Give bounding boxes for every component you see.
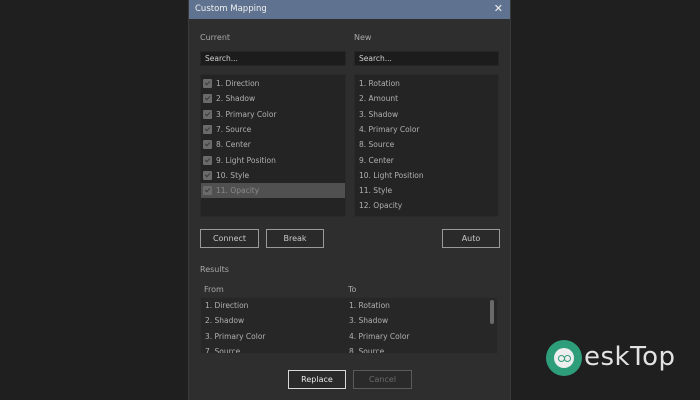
checkbox[interactable] <box>203 186 212 196</box>
results-row[interactable]: 1. Direction 1. Rotation <box>201 298 497 313</box>
new-list-item[interactable]: 10. Light Position <box>355 168 498 183</box>
title-bar: Custom Mapping ✕ <box>189 0 510 19</box>
new-list-item[interactable]: 11. Style <box>355 183 498 198</box>
current-item-label: 7. Source <box>216 124 252 134</box>
current-item-label: 11. Opacity <box>216 186 260 196</box>
dialog-title: Custom Mapping <box>195 4 267 14</box>
connect-button[interactable]: Connect <box>200 229 259 248</box>
new-list-item[interactable]: 8. Source <box>355 137 498 152</box>
results-from-cell: 3. Primary Color <box>205 331 266 341</box>
new-item-label: 3. Shadow <box>359 109 399 119</box>
new-item-label: 9. Center <box>359 155 394 165</box>
current-item-label: 8. Center <box>216 140 251 150</box>
results-to-header: To <box>348 285 357 294</box>
checkbox[interactable] <box>203 170 212 180</box>
results-to-cell: 4. Primary Color <box>349 331 410 341</box>
new-list: 1. Rotation 2. Amount 3. Shadow 4. Primary … <box>354 74 499 217</box>
results-from-header: From <box>204 285 224 294</box>
replace-button[interactable]: Replace <box>288 370 346 389</box>
current-list-item[interactable]: 8. Center <box>201 137 345 152</box>
current-list-item[interactable]: 1. Direction <box>201 76 345 91</box>
new-list-item[interactable]: 2. Amount <box>355 91 498 106</box>
results-from-cell: 7. Source <box>205 346 241 354</box>
results-from-cell: 2. Shadow <box>205 316 245 326</box>
results-row[interactable]: 3. Primary Color 4. Primary Color <box>201 329 497 344</box>
new-list-item[interactable]: 12. Opacity <box>355 198 498 213</box>
new-item-label: 4. Primary Color <box>359 124 420 134</box>
current-list-item[interactable]: 2. Shadow <box>201 91 345 106</box>
new-item-label: 12. Opacity <box>359 201 403 211</box>
current-list: 1. Direction 2. Shadow 3. Primary Color 7. … <box>200 74 346 217</box>
checkbox[interactable] <box>203 124 212 134</box>
new-list-item[interactable]: 4. Primary Color <box>355 122 498 137</box>
new-item-label: 1. Rotation <box>359 79 400 88</box>
new-list-item[interactable]: 9. Center <box>355 153 498 168</box>
checkbox[interactable] <box>203 140 212 150</box>
checkbox[interactable] <box>203 109 212 119</box>
results-scrollbar[interactable] <box>490 300 494 324</box>
current-list-item[interactable]: 10. Style <box>201 168 345 183</box>
results-from-cell: 1. Direction <box>205 301 249 310</box>
current-label: Current <box>200 33 231 42</box>
results-to-cell: 8. Source <box>349 346 385 354</box>
results-to-cell: 3. Shadow <box>349 316 389 326</box>
results-table: 7. Source 8. Source 3. Primary Color 4. Pri… <box>200 297 498 354</box>
new-search-input[interactable] <box>354 51 499 66</box>
current-list-item[interactable]: 7. Source <box>201 122 345 137</box>
checkbox[interactable] <box>203 155 212 165</box>
current-item-label: 1. Direction <box>216 79 260 88</box>
new-item-label: 8. Source <box>359 140 395 150</box>
results-row[interactable]: 7. Source 8. Source <box>201 344 497 354</box>
new-item-label: 2. Amount <box>359 94 399 104</box>
close-icon[interactable]: ✕ <box>494 2 503 15</box>
break-button[interactable]: Break <box>266 229 324 248</box>
new-list-item[interactable]: 3. Shadow <box>355 107 498 122</box>
cancel-button[interactable]: Cancel <box>353 370 412 389</box>
current-list-item[interactable]: 11. Opacity <box>201 183 345 199</box>
results-row[interactable]: 2. Shadow 3. Shadow <box>201 313 497 328</box>
auto-button[interactable]: Auto <box>442 229 500 248</box>
current-search-input[interactable] <box>200 51 346 66</box>
current-item-label: 3. Primary Color <box>216 109 277 119</box>
results-label: Results <box>200 265 229 274</box>
watermark-icon <box>546 340 582 376</box>
new-item-label: 11. Style <box>359 186 393 196</box>
checkbox[interactable] <box>203 79 212 88</box>
current-item-label: 2. Shadow <box>216 94 256 104</box>
new-item-label: 10. Light Position <box>359 170 424 180</box>
current-item-label: 9. Light Position <box>216 155 276 165</box>
current-item-label: 10. Style <box>216 170 250 180</box>
checkbox[interactable] <box>203 94 212 104</box>
new-list-item[interactable]: 1. Rotation <box>355 76 498 91</box>
new-label: New <box>354 33 372 42</box>
results-to-cell: 1. Rotation <box>349 301 390 310</box>
current-list-item[interactable]: 9. Light Position <box>201 153 345 168</box>
current-list-item[interactable]: 3. Primary Color <box>201 107 345 122</box>
watermark-logo: eskTop <box>546 338 696 382</box>
watermark-text: eskTop <box>584 342 676 372</box>
